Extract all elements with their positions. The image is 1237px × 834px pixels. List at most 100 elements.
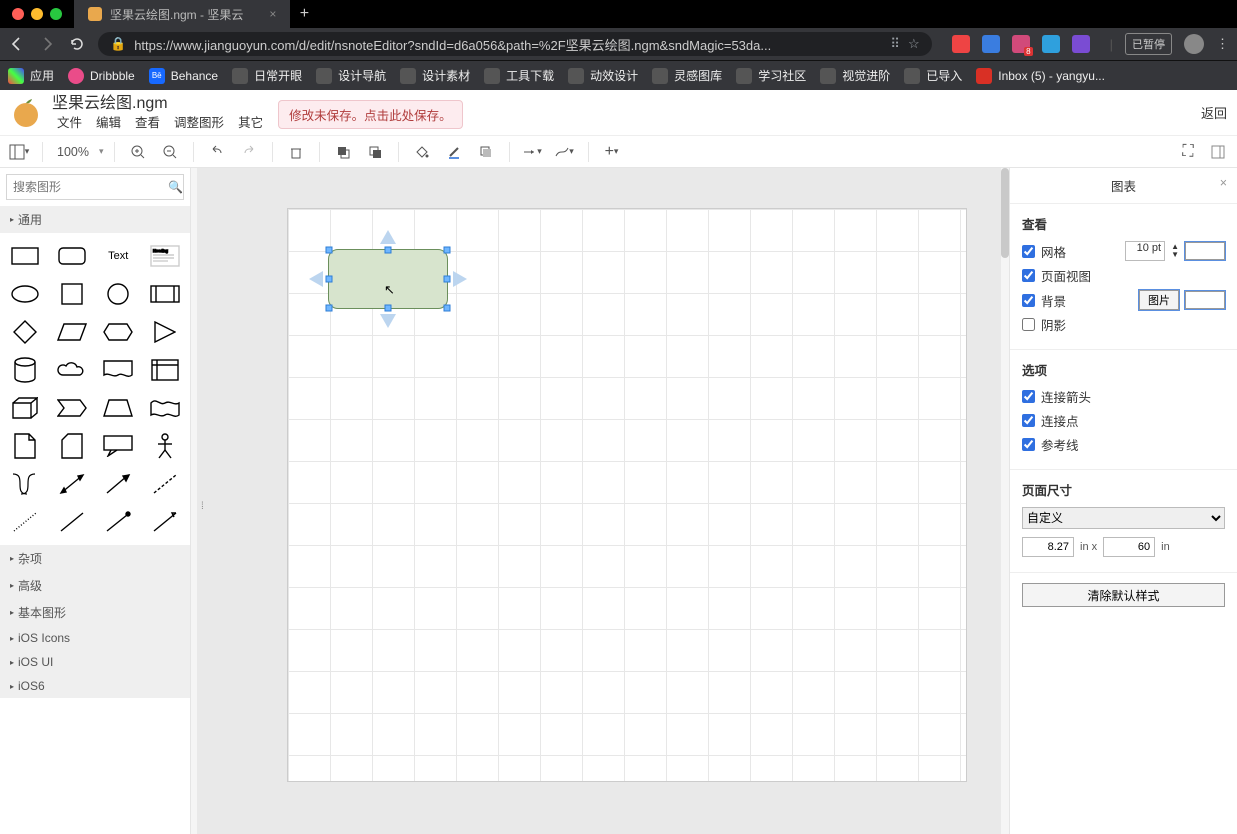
shape-heading[interactable]: Heading xyxy=(144,239,187,273)
shape-ellipse[interactable] xyxy=(4,277,47,311)
page-size-select[interactable]: 自定义 xyxy=(1022,507,1225,529)
bookmark-folder[interactable]: 日常开眼 xyxy=(232,67,302,84)
dir-arrow-down-icon[interactable] xyxy=(380,314,396,328)
window-min-btn[interactable] xyxy=(31,8,43,20)
shape-callout[interactable] xyxy=(97,429,140,463)
page-height-input[interactable] xyxy=(1103,537,1155,557)
shape-dotted-line[interactable] xyxy=(4,505,47,539)
panel-resize-handle[interactable]: ⁞ xyxy=(201,501,204,512)
category-advanced[interactable]: ▸高级 xyxy=(0,572,190,599)
grid-stepper-icon[interactable]: ▲▼ xyxy=(1171,243,1179,259)
bg-color-swatch[interactable] xyxy=(1185,291,1225,309)
bookmark-folder[interactable]: 学习社区 xyxy=(736,67,806,84)
background-checkbox[interactable] xyxy=(1022,294,1035,307)
bookmark-apps[interactable]: 应用 xyxy=(8,67,54,84)
bookmark-folder[interactable]: 设计素材 xyxy=(400,67,470,84)
zoom-out-icon[interactable] xyxy=(157,140,183,164)
bookmark-behance[interactable]: BēBehance xyxy=(149,68,218,84)
shape-thin-arrow[interactable] xyxy=(144,505,187,539)
zoom-level[interactable]: 100% xyxy=(53,145,93,159)
extension-icon[interactable] xyxy=(952,35,970,53)
canvas-page[interactable]: ↖ xyxy=(287,208,967,782)
browser-menu-icon[interactable]: ⋮ xyxy=(1216,36,1229,52)
star-icon[interactable]: ☆ xyxy=(908,36,920,52)
dir-arrow-right-icon[interactable] xyxy=(453,271,467,287)
extension-icon[interactable] xyxy=(1042,35,1060,53)
menu-view[interactable]: 查看 xyxy=(130,116,165,131)
pause-badge[interactable]: 已暂停 xyxy=(1125,33,1172,55)
category-ios-ui[interactable]: ▸iOS UI xyxy=(0,650,190,674)
shape-curve[interactable] xyxy=(4,467,47,501)
shape-hexagon[interactable] xyxy=(97,315,140,349)
extension-icon[interactable] xyxy=(982,35,1000,53)
format-panel-icon[interactable] xyxy=(1205,140,1231,164)
shape-bidir-arrow[interactable] xyxy=(51,467,94,501)
extension-icon[interactable] xyxy=(1072,35,1090,53)
insert-icon[interactable]: +▾ xyxy=(599,140,625,164)
shape-dash-line[interactable] xyxy=(144,467,187,501)
to-back-icon[interactable] xyxy=(362,140,388,164)
search-icon[interactable]: 🔍 xyxy=(168,180,183,194)
shape-square[interactable] xyxy=(51,277,94,311)
dir-arrow-left-icon[interactable] xyxy=(309,271,323,287)
grid-pt-input[interactable]: 10 pt xyxy=(1125,241,1165,261)
unsaved-warning[interactable]: 修改未保存。点击此处保存。 xyxy=(278,100,463,129)
undo-icon[interactable] xyxy=(204,140,230,164)
shadow-checkbox[interactable] xyxy=(1022,318,1035,331)
canvas-area[interactable]: ⁞ ↖ xyxy=(197,168,1001,834)
translate-icon[interactable]: ⠿ xyxy=(890,36,900,52)
shape-step[interactable] xyxy=(51,391,94,425)
new-tab-button[interactable]: + xyxy=(290,5,318,23)
to-front-icon[interactable] xyxy=(330,140,356,164)
zoom-in-icon[interactable] xyxy=(125,140,151,164)
bookmark-folder[interactable]: 动效设计 xyxy=(568,67,638,84)
fill-color-icon[interactable] xyxy=(409,140,435,164)
profile-avatar[interactable] xyxy=(1184,34,1204,54)
shape-document[interactable] xyxy=(97,353,140,387)
browser-tab[interactable]: 坚果云绘图.ngm - 坚果云 × xyxy=(74,0,290,28)
shape-arrow[interactable] xyxy=(97,467,140,501)
window-max-btn[interactable] xyxy=(50,8,62,20)
layout-icon[interactable]: ▾ xyxy=(6,140,32,164)
shape-roundrect[interactable] xyxy=(51,239,94,273)
shape-circle[interactable] xyxy=(97,277,140,311)
line-color-icon[interactable] xyxy=(441,140,467,164)
bookmark-folder[interactable]: 视觉进阶 xyxy=(820,67,890,84)
delete-icon[interactable] xyxy=(283,140,309,164)
clear-defaults-button[interactable]: 清除默认样式 xyxy=(1022,583,1225,607)
redo-icon[interactable] xyxy=(236,140,262,164)
category-ios6[interactable]: ▸iOS6 xyxy=(0,674,190,698)
menu-edit[interactable]: 编辑 xyxy=(91,116,126,131)
waypoint-icon[interactable]: ▾ xyxy=(552,140,578,164)
close-panel-icon[interactable]: × xyxy=(1220,176,1227,190)
shape-cube[interactable] xyxy=(4,391,47,425)
menu-file[interactable]: 文件 xyxy=(52,116,87,131)
bookmark-folder[interactable]: 设计导航 xyxy=(316,67,386,84)
shape-internal-storage[interactable] xyxy=(144,353,187,387)
shape-process[interactable] xyxy=(144,277,187,311)
grid-color-swatch[interactable] xyxy=(1185,242,1225,260)
page-width-input[interactable] xyxy=(1022,537,1074,557)
menu-shape[interactable]: 调整图形 xyxy=(169,116,229,131)
bookmark-inbox[interactable]: Inbox (5) - yangyu... xyxy=(976,68,1105,84)
url-bar[interactable]: 🔒 https://www.jianguoyun.com/d/edit/nsno… xyxy=(98,32,932,56)
shape-card[interactable] xyxy=(51,429,94,463)
shape-tape[interactable] xyxy=(144,391,187,425)
shape-trapezoid[interactable] xyxy=(97,391,140,425)
shape-actor[interactable] xyxy=(144,429,187,463)
shape-parallelogram[interactable] xyxy=(51,315,94,349)
bookmark-folder[interactable]: 已导入 xyxy=(904,67,962,84)
shadow-icon[interactable] xyxy=(473,140,499,164)
shape-search-input[interactable] xyxy=(13,180,168,194)
selected-shape[interactable]: ↖ xyxy=(328,249,448,309)
menu-other[interactable]: 其它 xyxy=(233,116,268,131)
nav-forward-icon[interactable] xyxy=(38,35,56,53)
tab-close-icon[interactable]: × xyxy=(269,7,276,21)
dir-arrow-up-icon[interactable] xyxy=(380,230,396,244)
category-basic[interactable]: ▸基本图形 xyxy=(0,599,190,626)
shape-cylinder[interactable] xyxy=(4,353,47,387)
shape-cloud[interactable] xyxy=(51,353,94,387)
shape-text[interactable]: Text xyxy=(97,239,140,273)
shape-line-dot-end[interactable] xyxy=(97,505,140,539)
image-button[interactable]: 图片 xyxy=(1139,290,1179,310)
